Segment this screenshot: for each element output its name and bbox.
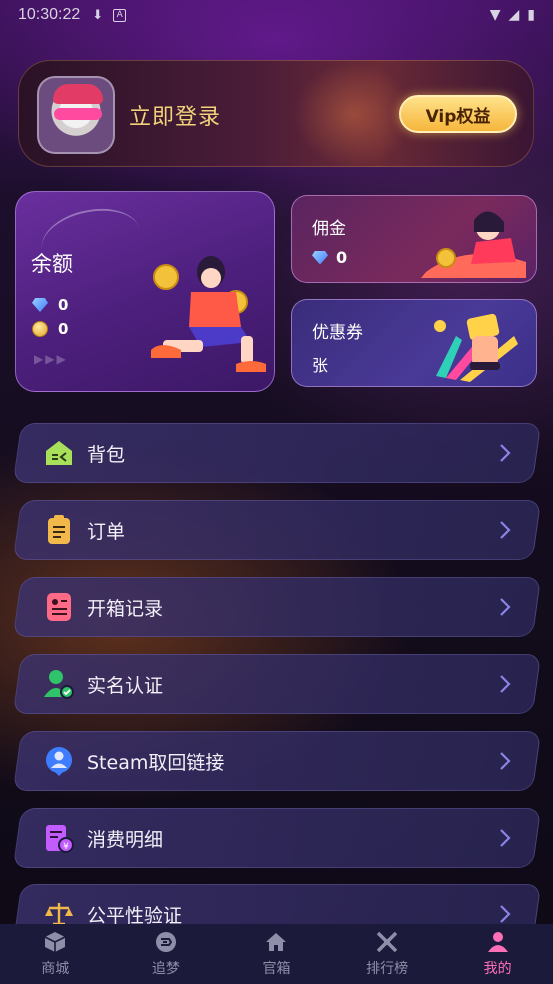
login-link[interactable]: 立即登录 [129, 99, 221, 131]
chevron-right-icon [500, 675, 511, 693]
menu-label-steam-link: Steam取回链接 [87, 751, 225, 774]
commission-card[interactable]: 佣金 0 [291, 195, 537, 283]
chevron-right-icon [500, 598, 511, 616]
order-clipboard-icon [44, 515, 74, 545]
diamond-balance-value: 0 [58, 296, 69, 314]
tab-label-ranking: 排行榜 [366, 961, 409, 977]
chevron-right-icon [500, 521, 511, 539]
chevron-right-icon [500, 829, 511, 847]
battery-icon: ▮ [527, 7, 535, 23]
coupon-hand-illustration [434, 313, 518, 382]
menu-label-unbox-record: 开箱记录 [87, 597, 164, 620]
tab-profile[interactable]: 我的 [442, 924, 553, 984]
commission-title: 佣金 [312, 219, 346, 239]
status-time: 10:30:22 [18, 6, 81, 23]
record-icon [44, 592, 74, 622]
tab-label-shop: 商城 [41, 961, 70, 977]
dream-icon [155, 932, 176, 952]
coin-balance-row: 0 [32, 320, 68, 338]
tab-label-profile: 我的 [483, 961, 512, 977]
chevron-right-icon [500, 444, 511, 462]
signal-icon: ◢ [508, 7, 520, 23]
balance-card[interactable]: 余额 0 0 ▶▶▶ [15, 191, 275, 392]
status-bar: 10:30:22 ⬇ A ▼ ◢ ▮ [0, 0, 553, 30]
shop-cube-icon [44, 932, 66, 952]
commission-illustration [421, 211, 526, 278]
chevron-right-icon [500, 752, 511, 770]
menu-label-order: 订单 [87, 520, 126, 543]
bottom-tab-bar: 商城 追梦 官箱 排行榜 我的 [0, 924, 553, 984]
coin-icon [32, 321, 48, 337]
tab-label-dream: 追梦 [151, 961, 180, 977]
menu-item-backpack[interactable]: 背包 [12, 423, 542, 483]
ranking-icon [376, 931, 398, 953]
home-icon [266, 933, 287, 951]
vip-benefits-button[interactable]: Vip权益 [399, 95, 517, 133]
avatar[interactable] [37, 76, 115, 154]
diamond-icon [312, 250, 328, 265]
menu-label-consumption-details: 消费明细 [87, 828, 164, 851]
balance-title: 余额 [31, 252, 73, 276]
verified-user-icon [44, 669, 74, 699]
menu-item-unbox-record[interactable]: 开箱记录 [12, 577, 542, 637]
menu-item-real-name-verification[interactable]: 实名认证 [12, 654, 542, 714]
tab-official-box[interactable]: 官箱 [221, 924, 332, 984]
coin-balance-value: 0 [58, 320, 69, 338]
commission-value-row: 0 [312, 248, 347, 267]
svg-text:¥: ¥ [63, 842, 69, 852]
status-system-icons: ▼ ◢ ▮ [490, 7, 535, 23]
login-card[interactable]: 立即登录 Vip权益 [18, 60, 534, 167]
coupon-unit: 张 [312, 356, 329, 375]
diamond-balance-row: 0 [32, 296, 68, 314]
commission-value: 0 [336, 248, 348, 267]
status-notification-icons: ⬇ A [92, 7, 127, 23]
consumption-icon: ¥ [44, 823, 74, 853]
tab-label-official-box: 官箱 [262, 961, 291, 977]
coupon-title: 优惠券 [312, 323, 363, 343]
menu-label-backpack: 背包 [87, 443, 126, 466]
steam-link-icon [44, 746, 74, 776]
coupon-card[interactable]: 优惠券 张 [291, 299, 537, 387]
tab-ranking[interactable]: 排行榜 [332, 924, 443, 984]
diamond-icon [32, 298, 48, 312]
menu-item-steam-link[interactable]: Steam取回链接 [12, 731, 542, 791]
app-notification-icon: A [113, 8, 127, 22]
girl-with-coins-illustration [151, 256, 266, 372]
profile-icon [487, 932, 508, 952]
backpack-icon [44, 438, 74, 468]
download-icon: ⬇ [92, 7, 104, 23]
tab-dream[interactable]: 追梦 [111, 924, 222, 984]
menu-item-consumption-details[interactable]: ¥ 消费明细 [12, 808, 542, 868]
arrows-decoration: ▶▶▶ [34, 352, 68, 366]
wifi-icon: ▼ [489, 7, 501, 23]
tab-shop[interactable]: 商城 [0, 924, 111, 984]
chevron-right-icon [500, 905, 511, 923]
menu-label-real-name-verification: 实名认证 [87, 674, 164, 697]
menu-item-order[interactable]: 订单 [12, 500, 542, 560]
